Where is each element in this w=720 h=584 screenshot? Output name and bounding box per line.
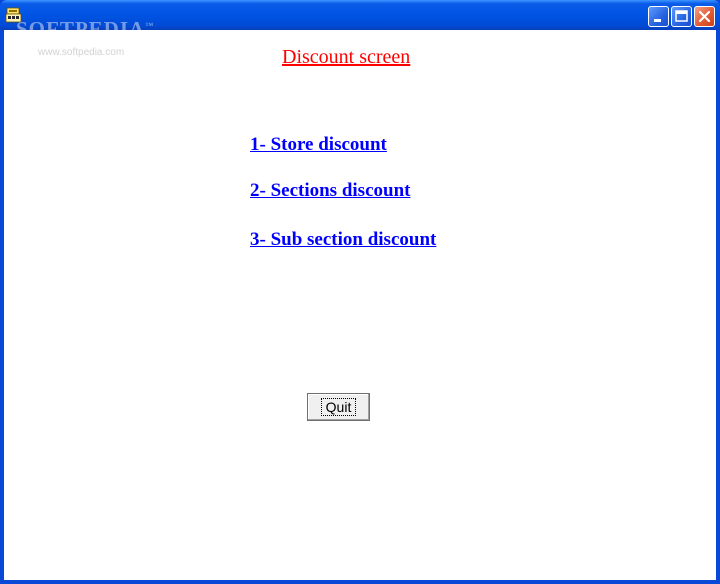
title-bar[interactable]: SOFTPEDIA™ <box>0 0 720 41</box>
page-title: Discount screen <box>282 46 411 68</box>
minimize-button[interactable] <box>648 6 669 27</box>
quit-button[interactable]: Quit <box>307 393 370 421</box>
application-window: SOFTPEDIA™ Discount screen 1- Store disc… <box>0 0 720 584</box>
sub-section-discount-link[interactable]: 3- Sub section discount <box>250 229 436 251</box>
minimize-icon <box>654 19 661 22</box>
store-discount-link[interactable]: 1- Store discount <box>250 134 387 156</box>
client-area: Discount screen 1- Store discount 2- Sec… <box>4 30 716 580</box>
maximize-icon <box>675 10 688 22</box>
softpedia-watermark-url: www.softpedia.com <box>38 47 125 58</box>
quit-button-label: Quit <box>320 398 357 416</box>
close-button[interactable] <box>694 6 715 27</box>
sections-discount-link[interactable]: 2- Sections discount <box>250 180 410 202</box>
maximize-button[interactable] <box>671 6 692 27</box>
close-icon <box>698 10 711 23</box>
